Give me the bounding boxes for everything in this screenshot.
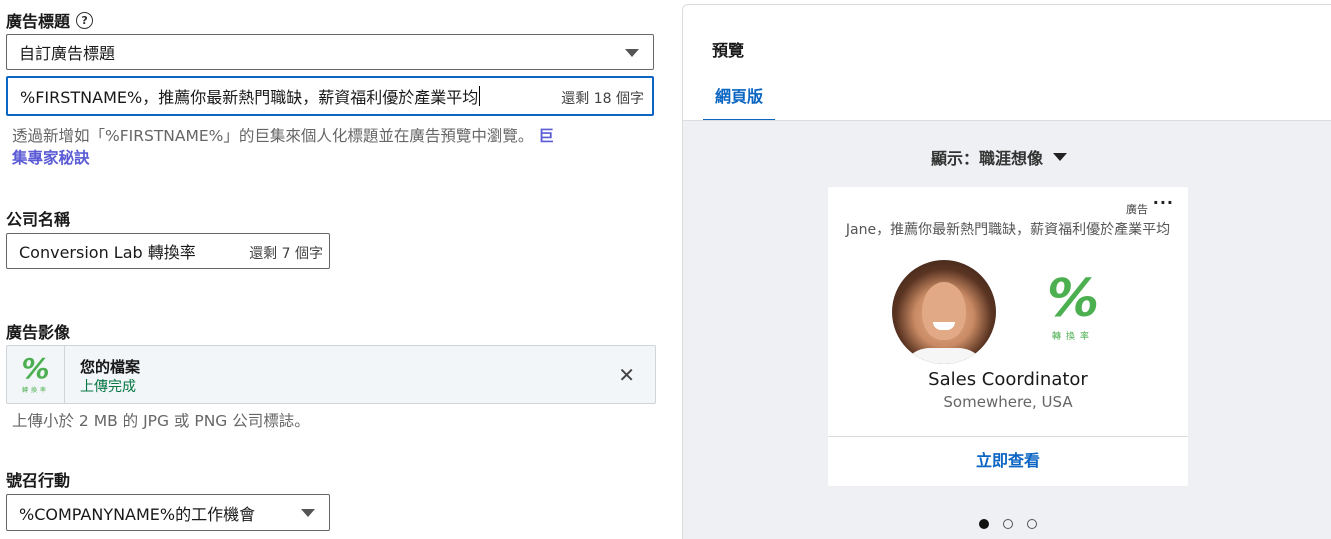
- chevron-down-icon: [301, 509, 315, 517]
- headline-label-text: 廣告標題: [6, 12, 71, 31]
- macro-tips-link-part2[interactable]: 集專家秘訣: [12, 149, 90, 167]
- carousel-dots: [979, 519, 1037, 529]
- cta-select[interactable]: %COMPANYNAME%的工作機會: [6, 494, 330, 531]
- headline-type-value: 自訂廣告標題: [19, 44, 116, 63]
- caret-down-icon: [1053, 153, 1068, 161]
- headline-helper-body: 透過新增如「%FIRSTNAME%」的巨集來個人化標題並在廣告預覽中瀏覽。: [12, 127, 534, 145]
- company-label-text: 公司名稱: [6, 210, 71, 229]
- job-title: Sales Coordinator: [928, 369, 1088, 390]
- card-headline: Jane，推薦你最新熱門職缺，薪資福利優於產業平均: [845, 222, 1171, 238]
- headline-input[interactable]: %FIRSTNAME%，推薦你最新熱門職缺，薪資福利優於產業平均 還剩 18 個…: [6, 76, 654, 116]
- company-name-input[interactable]: Conversion Lab 轉換率 還剩 7 個字: [6, 233, 330, 269]
- company-name-value: Conversion Lab 轉換率: [19, 243, 196, 262]
- headline-type-select[interactable]: 自訂廣告標題: [6, 34, 654, 70]
- upload-status: 上傳完成: [80, 379, 136, 395]
- logo-chars: 轉換率: [1051, 332, 1094, 342]
- cta-select-value: %COMPANYNAME%的工作機會: [19, 504, 256, 524]
- file-title: 您的檔案: [80, 358, 141, 376]
- sponsored-tag: 廣告: [1126, 203, 1148, 216]
- tab-web[interactable]: 網頁版: [703, 83, 775, 121]
- headline-input-value: %FIRSTNAME%，推薦你最新熱門職缺，薪資福利優於產業平均: [20, 88, 479, 107]
- logo-chars: 轉換率: [21, 387, 49, 394]
- macro-tips-link-part1[interactable]: 巨: [538, 127, 554, 145]
- display-selector-label: 顯示：職涯想像: [931, 149, 1044, 168]
- text-cursor: [479, 86, 481, 106]
- profile-avatar: [892, 260, 996, 364]
- chevron-down-icon: [625, 49, 639, 57]
- image-helper-text: 上傳小於 2 MB 的 JPG 或 PNG 公司標誌。: [12, 412, 310, 430]
- logo-percent-glyph: %: [21, 352, 50, 385]
- ad-form: 廣告標題 ? 自訂廣告標題 %FIRSTNAME%，推薦你最新熱門職缺，薪資福利…: [0, 0, 670, 539]
- tab-web-label: 網頁版: [714, 87, 763, 106]
- uploaded-logo-thumbnail: % 轉換率: [7, 346, 65, 403]
- carousel-dot[interactable]: [1027, 519, 1037, 529]
- logo-percent-glyph: %: [1046, 269, 1100, 329]
- headline-section-label: 廣告標題 ?: [6, 8, 94, 32]
- preview-title: 預覽: [712, 41, 745, 60]
- preview-panel: 預覽 網頁版 顯示：職涯想像 廣告 ··· Jane，推薦你最新熱門職缺，薪資福…: [682, 4, 1331, 539]
- preview-canvas: 顯示：職涯想像 廣告 ··· Jane，推薦你最新熱門職缺，薪資福利優於產業平均…: [683, 121, 1331, 539]
- close-icon[interactable]: ✕: [618, 363, 635, 387]
- image-label-text: 廣告影像: [6, 323, 71, 342]
- question-circle-icon[interactable]: ?: [76, 11, 94, 29]
- preview-display-selector[interactable]: 顯示：職涯想像: [931, 145, 1068, 169]
- cta-section-label: 號召行動: [6, 467, 70, 491]
- headline-char-counter: 還剩 18 個字: [561, 91, 644, 107]
- uploaded-file-row: % 轉換率 您的檔案 上傳完成 ✕: [6, 345, 656, 404]
- headline-helper-text: 透過新增如「%FIRSTNAME%」的巨集來個人化標題並在廣告預覽中瀏覽。 巨 …: [12, 125, 652, 169]
- carousel-dot[interactable]: [1003, 519, 1013, 529]
- card-divider: [828, 436, 1188, 437]
- image-section-label: 廣告影像: [6, 319, 70, 343]
- avatar-face: [922, 282, 966, 340]
- company-logo: % 轉換率: [1038, 271, 1108, 349]
- carousel-dot[interactable]: [979, 519, 989, 529]
- ad-preview-card: 廣告 ··· Jane，推薦你最新熱門職缺，薪資福利優於產業平均 % 轉換率 S…: [828, 187, 1188, 486]
- cta-label-text: 號召行動: [6, 471, 71, 490]
- view-now-button[interactable]: 立即查看: [828, 447, 1188, 471]
- company-char-counter: 還剩 7 個字: [249, 246, 323, 262]
- more-dots-icon[interactable]: ···: [1153, 193, 1174, 212]
- job-location: Somewhere, USA: [943, 393, 1073, 411]
- company-section-label: 公司名稱: [6, 206, 70, 230]
- avatar-shirt: [900, 348, 988, 364]
